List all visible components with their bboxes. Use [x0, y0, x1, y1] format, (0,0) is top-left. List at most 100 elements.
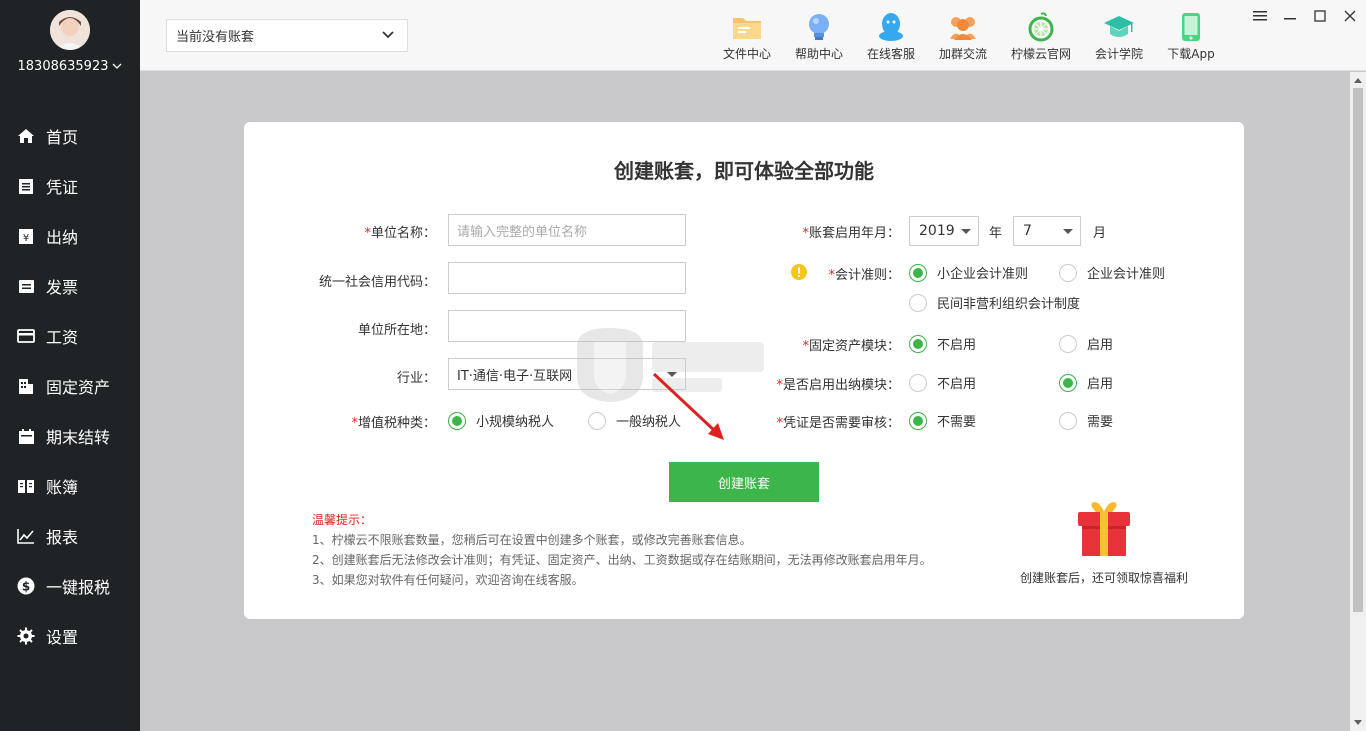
- cashier-icon: ¥: [16, 226, 36, 246]
- calendar-icon: [16, 426, 36, 446]
- chevron-down-icon: [112, 59, 122, 74]
- company-name-label: *单位名称：: [304, 222, 436, 241]
- sidebar-item-tax[interactable]: $ 一键报税: [0, 561, 140, 611]
- voucher-icon: [16, 176, 36, 196]
- user-menu[interactable]: 18308635923: [0, 59, 140, 74]
- tool-label: 在线客服: [866, 47, 915, 61]
- radio-dot: [909, 263, 927, 282]
- vertical-scrollbar[interactable]: [1350, 72, 1366, 731]
- svg-text:¥: ¥: [23, 233, 29, 244]
- username-text: 18308635923: [17, 59, 109, 74]
- sidebar-item-label: 账簿: [46, 478, 79, 497]
- radio-dot: [909, 411, 927, 430]
- official-site-button[interactable]: 柠檬云官网: [1005, 12, 1077, 62]
- radio-label: 启用: [1087, 338, 1114, 353]
- gift-icon[interactable]: [1074, 500, 1134, 560]
- account-select-value: 当前没有账套: [176, 30, 255, 45]
- start-date-label: *账套启用年月：: [744, 222, 900, 241]
- cashier-enable-radio[interactable]: 启用: [1059, 373, 1113, 392]
- radio-dot: [448, 411, 466, 430]
- tip-line: 1、柠檬云不限账套数量，您稍后可在设置中创建多个账套，或修改完善账套信息。: [312, 533, 752, 547]
- online-service-button[interactable]: 在线客服: [855, 12, 927, 62]
- standard-small-radio[interactable]: 小企业会计准则: [909, 263, 1028, 282]
- page-title: 创建账套，即可体验全部功能: [614, 159, 874, 183]
- dollar-icon: $: [16, 576, 36, 596]
- radio-label: 小规模纳税人: [476, 415, 555, 430]
- credit-code-input[interactable]: [448, 262, 686, 294]
- tips-section: 温馨提示： 1、柠檬云不限账套数量，您稍后可在设置中创建多个账套，或修改完善账套…: [312, 510, 932, 590]
- join-group-button[interactable]: 加群交流: [927, 12, 999, 62]
- chart-icon: [16, 526, 36, 546]
- scrollbar-thumb[interactable]: [1353, 88, 1363, 612]
- radio-dot: [1059, 373, 1077, 392]
- review-no-radio[interactable]: 不需要: [909, 411, 976, 430]
- avatar[interactable]: [50, 10, 90, 50]
- radio-dot: [1059, 411, 1077, 430]
- sidebar-item-label: 发票: [46, 278, 79, 297]
- sidebar-item-home[interactable]: 首页: [0, 111, 140, 161]
- start-year-select[interactable]: 2019: [909, 216, 979, 246]
- scroll-up-icon[interactable]: [1350, 72, 1366, 88]
- minimize-icon[interactable]: [1282, 8, 1298, 24]
- start-month-select[interactable]: 7: [1013, 216, 1081, 246]
- company-name-placeholder: 请输入完整的单位名称: [457, 224, 588, 240]
- create-account-button[interactable]: 创建账套: [669, 462, 819, 502]
- radio-label: 企业会计准则: [1087, 267, 1166, 282]
- tip-line: 2、创建账套后无法修改会计准则；有凭证、固定资产、出纳、工资数据或存在结账期间，…: [312, 553, 932, 567]
- sidebar-item-label: 一键报税: [46, 578, 111, 597]
- asset-disable-radio[interactable]: 不启用: [909, 334, 976, 353]
- radio-dot: [909, 373, 927, 392]
- tool-label: 帮助中心: [794, 47, 843, 61]
- sidebar-item-label: 出纳: [46, 228, 79, 247]
- tool-label: 下载App: [1167, 47, 1215, 61]
- file-center-button[interactable]: 文件中心: [711, 12, 783, 62]
- review-label: *凭证是否需要审核：: [724, 412, 900, 431]
- cashier-module-label-text: 是否启用出纳模块：: [782, 378, 900, 393]
- sidebar-item-ledger[interactable]: 账簿: [0, 461, 140, 511]
- sidebar-item-reports[interactable]: 报表: [0, 511, 140, 561]
- sidebar-item-label: 首页: [46, 128, 79, 147]
- radio-dot: [909, 293, 927, 312]
- close-icon[interactable]: [1342, 8, 1358, 24]
- radio-label: 小企业会计准则: [937, 267, 1029, 282]
- year-unit: 年: [989, 226, 1003, 241]
- gear-icon: [16, 626, 36, 646]
- sidebar-item-cashier[interactable]: ¥ 出纳: [0, 211, 140, 261]
- company-name-input[interactable]: 请输入完整的单位名称: [448, 214, 686, 246]
- review-yes-radio[interactable]: 需要: [1059, 411, 1113, 430]
- sidebar-item-voucher[interactable]: 凭证: [0, 161, 140, 211]
- accounting-academy-button[interactable]: 会计学院: [1083, 12, 1155, 62]
- asset-enable-radio[interactable]: 启用: [1059, 334, 1113, 353]
- help-center-button[interactable]: 帮助中心: [783, 12, 855, 62]
- cashier-disable-radio[interactable]: 不启用: [909, 373, 976, 392]
- account-select[interactable]: 当前没有账套: [166, 19, 408, 52]
- building-icon: [16, 376, 36, 396]
- sidebar-item-period-close[interactable]: 期末结转: [0, 411, 140, 461]
- scroll-down-icon[interactable]: [1350, 715, 1366, 731]
- invoice-icon: [16, 276, 36, 296]
- radio-label: 不启用: [937, 377, 977, 392]
- radio-label: 需要: [1087, 415, 1114, 430]
- chevron-down-icon: [381, 28, 395, 46]
- book-icon: [16, 476, 36, 496]
- menu-icon[interactable]: [1252, 8, 1268, 24]
- sidebar-item-salary[interactable]: 工资: [0, 311, 140, 361]
- radio-label: 民间非营利组织会计制度: [937, 297, 1081, 312]
- caret-down-icon: [961, 229, 971, 234]
- start-year-value: 2019: [919, 223, 955, 239]
- company-name-label-text: 单位名称：: [370, 226, 436, 241]
- caret-down-icon: [1063, 229, 1073, 234]
- vat-small-radio[interactable]: 小规模纳税人: [448, 411, 554, 430]
- standard-nonprofit-radio[interactable]: 民间非营利组织会计制度: [909, 293, 1080, 312]
- vat-label-text: 增值税种类：: [357, 416, 436, 431]
- standard-enterprise-radio[interactable]: 企业会计准则: [1059, 263, 1165, 282]
- download-app-button[interactable]: 下载App: [1155, 12, 1227, 62]
- sidebar-item-invoice[interactable]: 发票: [0, 261, 140, 311]
- sidebar-item-settings[interactable]: 设置: [0, 611, 140, 661]
- sidebar-item-fixed-assets[interactable]: 固定资产: [0, 361, 140, 411]
- sidebar-item-label: 固定资产: [46, 378, 111, 397]
- maximize-icon[interactable]: [1312, 8, 1328, 24]
- start-date-label-text: 账套启用年月：: [808, 226, 900, 241]
- sidebar-item-label: 期末结转: [46, 428, 111, 447]
- radio-label: 不启用: [937, 338, 977, 353]
